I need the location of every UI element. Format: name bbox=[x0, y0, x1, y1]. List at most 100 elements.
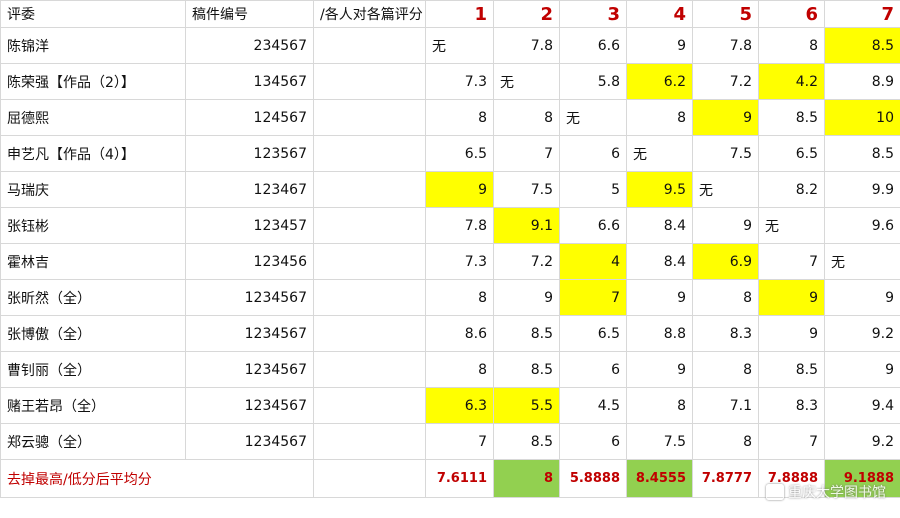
cell-judge[interactable]: 申艺凡【作品（4）】 bbox=[0, 135, 186, 172]
cell-score-3[interactable]: 4.5 bbox=[559, 387, 627, 424]
cell-score-6[interactable]: 6.5 bbox=[758, 135, 825, 172]
cell-score-4[interactable]: 8.4 bbox=[626, 243, 693, 280]
cell-score-3[interactable]: 5.8 bbox=[559, 63, 627, 100]
cell-judge[interactable]: 屈德熙 bbox=[0, 99, 186, 136]
cell-score-3[interactable]: 6 bbox=[559, 423, 627, 460]
cell-judge[interactable]: 陈荣强【作品（2）】 bbox=[0, 63, 186, 100]
cell-score-3[interactable]: 5 bbox=[559, 171, 627, 208]
cell-manuscript-id[interactable]: 1234567 bbox=[185, 423, 314, 460]
cell-empty[interactable] bbox=[313, 315, 426, 352]
cell-judge[interactable]: 陈锦洋 bbox=[0, 27, 186, 64]
cell-score-3[interactable]: 7 bbox=[559, 279, 627, 316]
average-value-4[interactable]: 8.4555 bbox=[626, 459, 693, 498]
header-col-6[interactable]: 6 bbox=[758, 0, 825, 28]
header-col-4[interactable]: 4 bbox=[626, 0, 693, 28]
cell-score-1[interactable]: 9 bbox=[425, 171, 494, 208]
cell-score-1[interactable]: 6.5 bbox=[425, 135, 494, 172]
cell-manuscript-id[interactable]: 123457 bbox=[185, 207, 314, 244]
cell-score-2[interactable]: 9.1 bbox=[493, 207, 560, 244]
cell-empty[interactable] bbox=[313, 243, 426, 280]
cell-score-4[interactable]: 无 bbox=[626, 135, 693, 172]
cell-score-7[interactable]: 9 bbox=[824, 279, 900, 316]
cell-empty[interactable] bbox=[313, 351, 426, 388]
cell-score-1[interactable]: 8 bbox=[425, 351, 494, 388]
cell-score-7[interactable]: 9.2 bbox=[824, 423, 900, 460]
cell-score-5[interactable]: 6.9 bbox=[692, 243, 759, 280]
header-col-5[interactable]: 5 bbox=[692, 0, 759, 28]
cell-score-5[interactable]: 无 bbox=[692, 171, 759, 208]
cell-score-4[interactable]: 8 bbox=[626, 387, 693, 424]
cell-score-1[interactable]: 6.3 bbox=[425, 387, 494, 424]
cell-judge[interactable]: 赌王若昂（全） bbox=[0, 387, 186, 424]
cell-score-1[interactable]: 8 bbox=[425, 279, 494, 316]
cell-score-4[interactable]: 6.2 bbox=[626, 63, 693, 100]
cell-score-3[interactable]: 6 bbox=[559, 351, 627, 388]
cell-score-7[interactable]: 9.6 bbox=[824, 207, 900, 244]
cell-empty[interactable] bbox=[313, 99, 426, 136]
header-scores-note[interactable]: /各人对各篇评分 bbox=[313, 0, 426, 28]
average-value-5[interactable]: 7.8777 bbox=[692, 459, 759, 498]
cell-score-5[interactable]: 7.5 bbox=[692, 135, 759, 172]
cell-score-6[interactable]: 9 bbox=[758, 315, 825, 352]
cell-manuscript-id[interactable]: 1234567 bbox=[185, 351, 314, 388]
cell-score-2[interactable]: 7.2 bbox=[493, 243, 560, 280]
average-value-1[interactable]: 7.6111 bbox=[425, 459, 494, 498]
cell-score-5[interactable]: 7.2 bbox=[692, 63, 759, 100]
cell-score-1[interactable]: 7.3 bbox=[425, 243, 494, 280]
header-col-1[interactable]: 1 bbox=[425, 0, 494, 28]
cell-score-2[interactable]: 7.5 bbox=[493, 171, 560, 208]
cell-score-2[interactable]: 8 bbox=[493, 99, 560, 136]
cell-score-7[interactable]: 8.5 bbox=[824, 27, 900, 64]
cell-score-2[interactable]: 8.5 bbox=[493, 351, 560, 388]
cell-score-4[interactable]: 7.5 bbox=[626, 423, 693, 460]
cell-score-3[interactable]: 4 bbox=[559, 243, 627, 280]
cell-score-3[interactable]: 6 bbox=[559, 135, 627, 172]
cell-empty[interactable] bbox=[313, 423, 426, 460]
cell-score-6[interactable]: 9 bbox=[758, 279, 825, 316]
cell-score-7[interactable]: 8.9 bbox=[824, 63, 900, 100]
cell-score-2[interactable]: 无 bbox=[493, 63, 560, 100]
cell-empty[interactable] bbox=[313, 207, 426, 244]
cell-score-5[interactable]: 8 bbox=[692, 351, 759, 388]
cell-score-4[interactable]: 9 bbox=[626, 279, 693, 316]
cell-judge[interactable]: 马瑞庆 bbox=[0, 171, 186, 208]
cell-score-6[interactable]: 7 bbox=[758, 423, 825, 460]
cell-manuscript-id[interactable]: 1234567 bbox=[185, 315, 314, 352]
cell-score-3[interactable]: 6.6 bbox=[559, 207, 627, 244]
cell-score-2[interactable]: 5.5 bbox=[493, 387, 560, 424]
header-manuscript-id[interactable]: 稿件编号 bbox=[185, 0, 314, 28]
average-label[interactable]: 去掉最高/低分后平均分 bbox=[0, 459, 314, 498]
cell-score-2[interactable]: 8.5 bbox=[493, 423, 560, 460]
cell-score-2[interactable]: 7.8 bbox=[493, 27, 560, 64]
cell-score-5[interactable]: 9 bbox=[692, 207, 759, 244]
cell-score-2[interactable]: 9 bbox=[493, 279, 560, 316]
cell-score-6[interactable]: 8.3 bbox=[758, 387, 825, 424]
average-value-2[interactable]: 8 bbox=[493, 459, 560, 498]
cell-score-5[interactable]: 7.1 bbox=[692, 387, 759, 424]
cell-score-4[interactable]: 8.8 bbox=[626, 315, 693, 352]
cell-empty[interactable] bbox=[313, 27, 426, 64]
cell-score-6[interactable]: 4.2 bbox=[758, 63, 825, 100]
average-value-3[interactable]: 5.8888 bbox=[559, 459, 627, 498]
cell-score-4[interactable]: 9 bbox=[626, 27, 693, 64]
cell-score-4[interactable]: 9.5 bbox=[626, 171, 693, 208]
cell-score-1[interactable]: 无 bbox=[425, 27, 494, 64]
cell-score-6[interactable]: 8.5 bbox=[758, 351, 825, 388]
cell-score-2[interactable]: 7 bbox=[493, 135, 560, 172]
cell-score-1[interactable]: 7.3 bbox=[425, 63, 494, 100]
cell-score-7[interactable]: 10 bbox=[824, 99, 900, 136]
cell-score-4[interactable]: 8 bbox=[626, 99, 693, 136]
cell-manuscript-id[interactable]: 123456 bbox=[185, 243, 314, 280]
cell-score-4[interactable]: 9 bbox=[626, 351, 693, 388]
cell-empty[interactable] bbox=[313, 387, 426, 424]
cell-empty[interactable] bbox=[313, 171, 426, 208]
cell-score-6[interactable]: 8.5 bbox=[758, 99, 825, 136]
cell-manuscript-id[interactable]: 1234567 bbox=[185, 279, 314, 316]
cell-score-3[interactable]: 6.6 bbox=[559, 27, 627, 64]
cell-score-3[interactable]: 6.5 bbox=[559, 315, 627, 352]
cell-score-6[interactable]: 7 bbox=[758, 243, 825, 280]
cell-score-2[interactable]: 8.5 bbox=[493, 315, 560, 352]
cell-empty[interactable] bbox=[313, 459, 426, 498]
cell-score-6[interactable]: 8 bbox=[758, 27, 825, 64]
cell-score-7[interactable]: 9.4 bbox=[824, 387, 900, 424]
